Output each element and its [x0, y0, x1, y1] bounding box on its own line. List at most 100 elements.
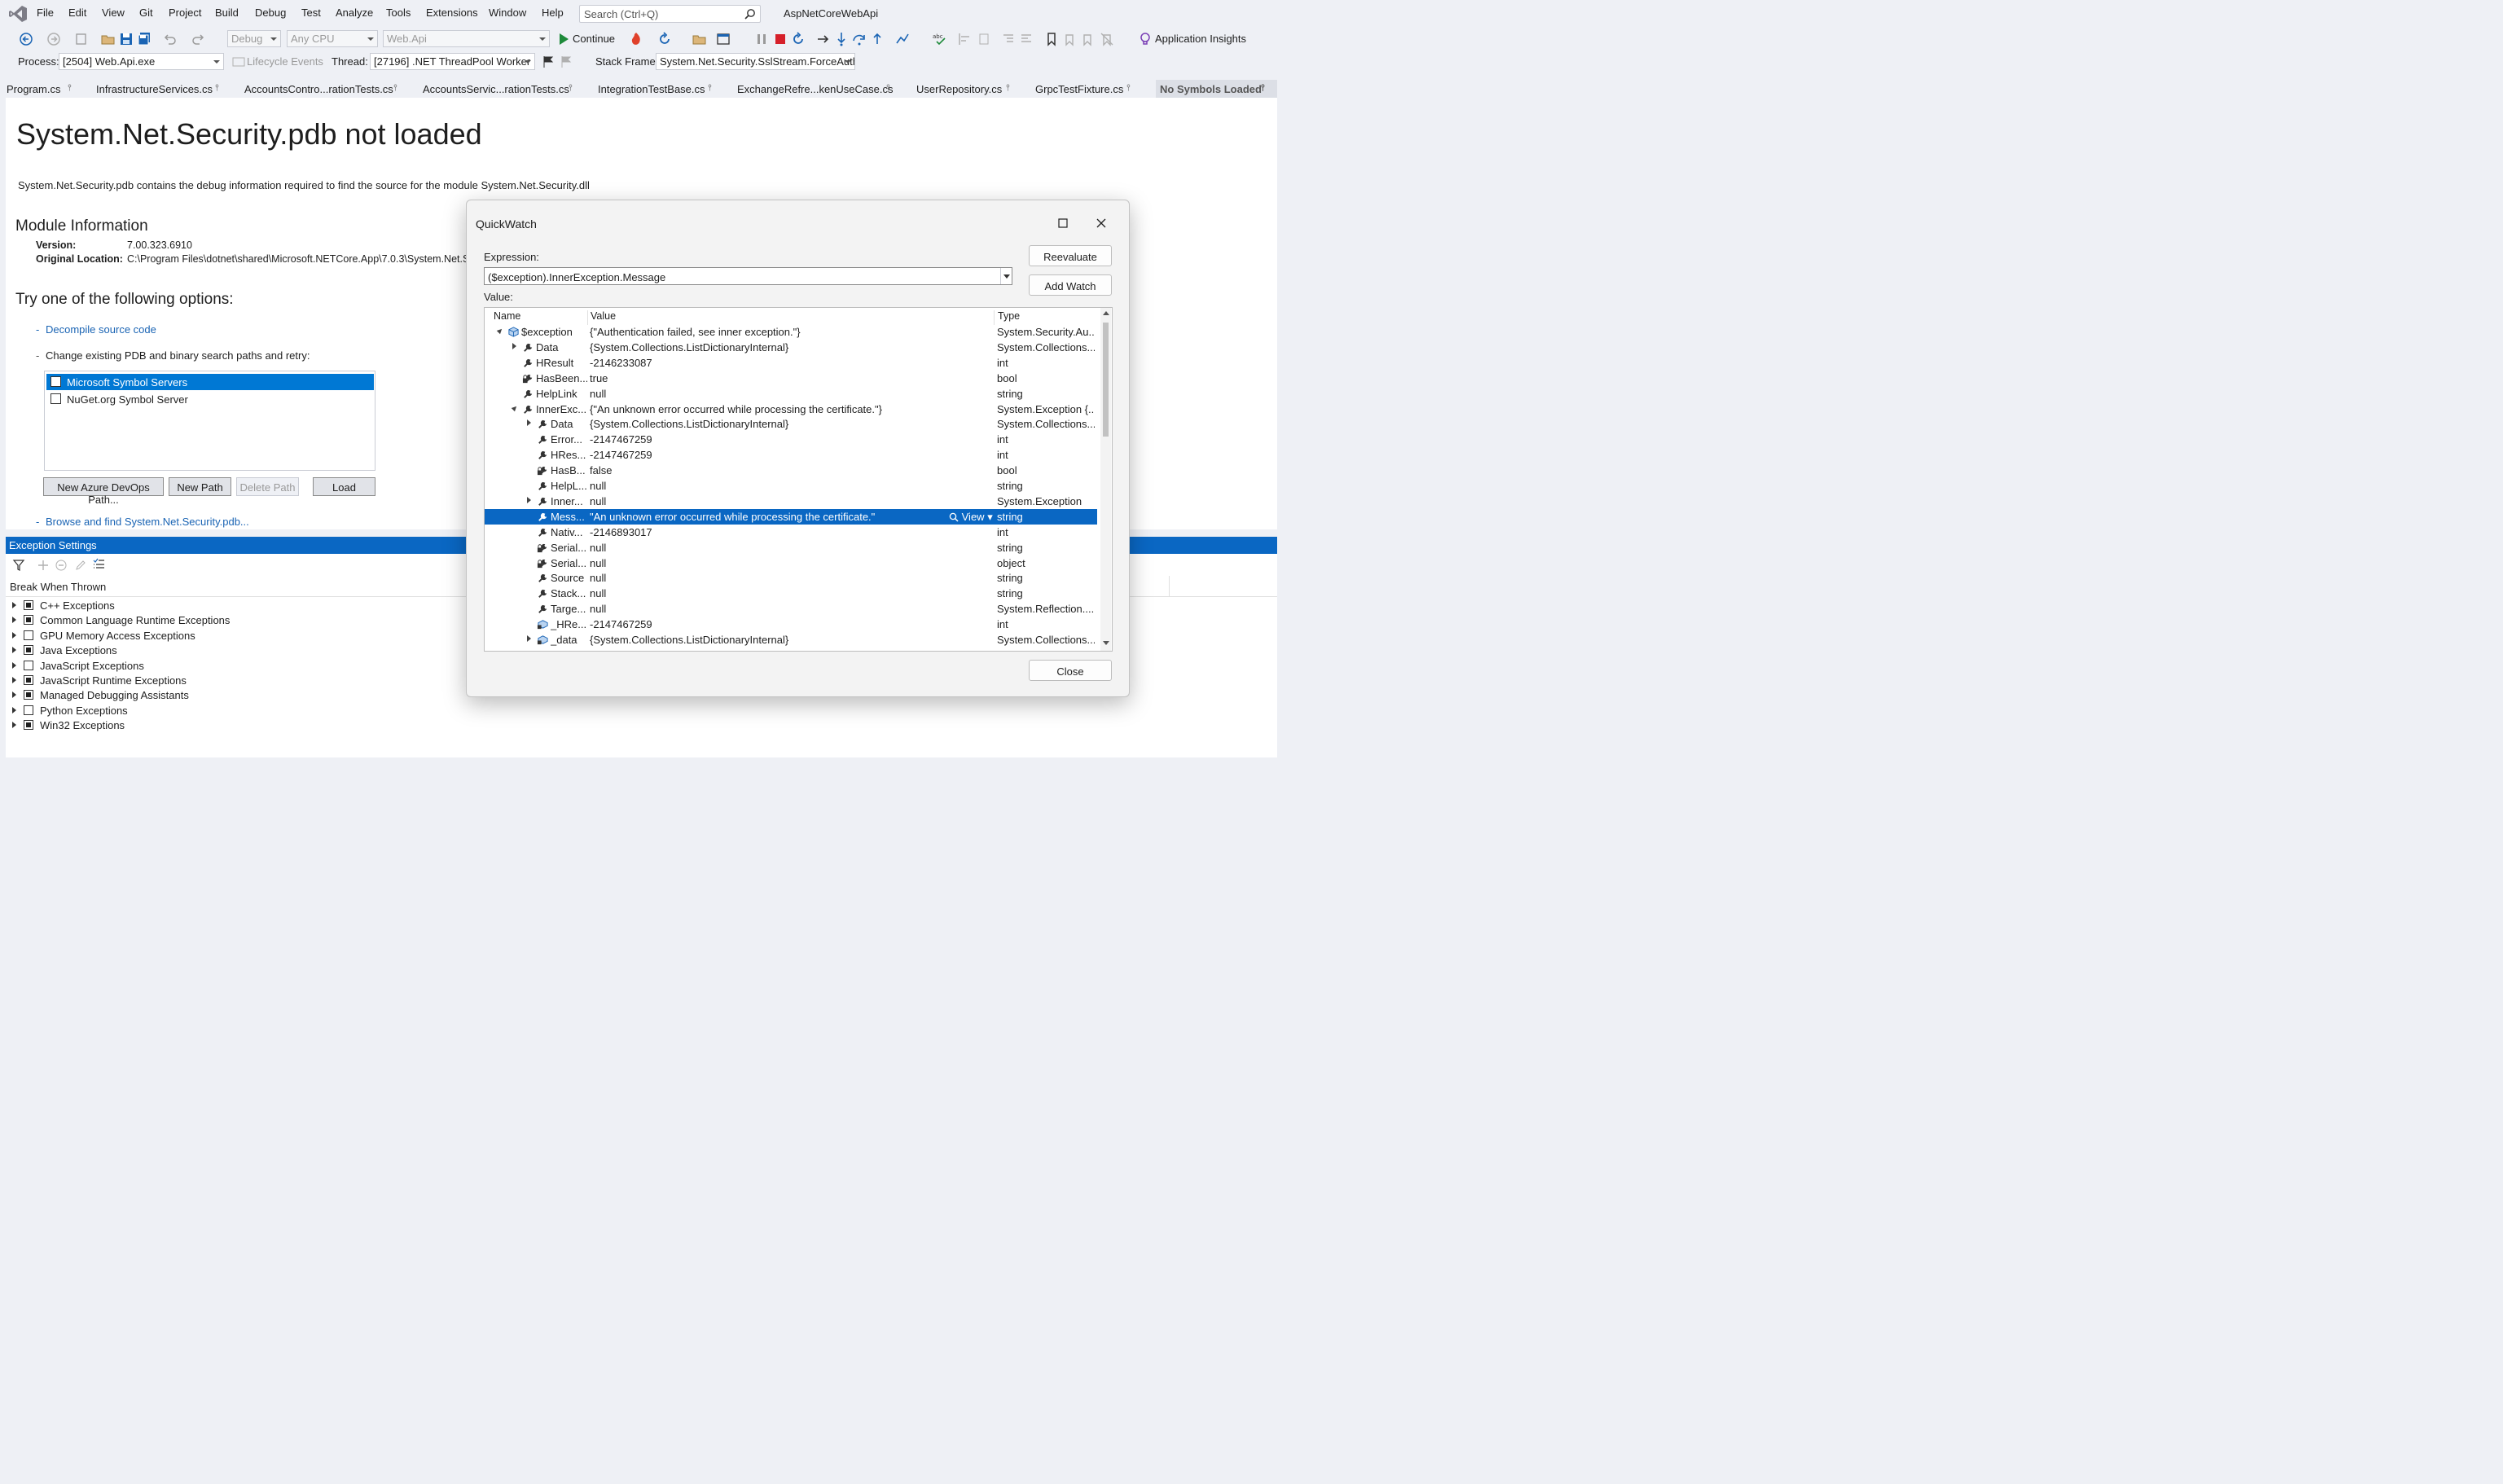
new-item-icon[interactable] — [73, 31, 90, 47]
watch-value[interactable]: -2146233087 — [590, 357, 993, 369]
nuget-symbol-server-checkbox[interactable] — [50, 393, 61, 404]
watch-value[interactable]: {"Authentication failed, see inner excep… — [590, 326, 993, 338]
new-azure-devops-path-button[interactable]: New Azure DevOps Path... — [43, 477, 164, 506]
continue-play-icon[interactable] — [555, 31, 572, 47]
expand-arrow-icon[interactable] — [527, 496, 531, 503]
add-watch-button[interactable]: Add Watch — [1029, 274, 1112, 296]
exception-category-checkbox[interactable] — [24, 660, 33, 670]
tab-infrastructureservices-cs[interactable]: InfrastructureServices.cs ⫯ — [94, 80, 226, 98]
menu-debug[interactable]: Debug — [255, 7, 286, 19]
list-item[interactable]: NuGet.org Symbol Server — [46, 391, 374, 407]
watch-row[interactable]: HResult -2146233087 int — [485, 355, 1097, 371]
restart-debugging-icon[interactable] — [790, 31, 806, 47]
exception-category-checkbox[interactable] — [24, 645, 33, 656]
stack-frame-dropdown[interactable]: System.Net.Security.SslStream.ForceAuthe — [656, 53, 855, 70]
expand-arrow-icon[interactable] — [12, 706, 16, 713]
expression-history-dropdown[interactable] — [1000, 268, 1012, 284]
outdent-icon[interactable] — [1000, 31, 1017, 47]
load-button[interactable]: Load — [313, 477, 375, 496]
redo-icon[interactable] — [191, 31, 207, 47]
watch-row[interactable]: HasBeen... true bool — [485, 371, 1097, 386]
save-all-icon[interactable] — [136, 31, 152, 47]
expand-arrow-icon[interactable] — [512, 342, 516, 349]
pin-icon[interactable]: ⫯ — [1261, 83, 1265, 94]
pin-icon[interactable]: ⫯ — [393, 83, 397, 94]
flag-thread-icon[interactable] — [540, 54, 556, 70]
menu-tools[interactable]: Tools — [386, 7, 411, 19]
flag-all-threads-icon[interactable] — [558, 54, 574, 70]
expand-arrow-icon[interactable] — [12, 647, 16, 654]
filter-icon[interactable] — [12, 559, 25, 572]
search-box[interactable]: Search (Ctrl+Q) — [579, 5, 761, 23]
watch-value[interactable]: -2147467259 — [590, 433, 993, 446]
exception-category-checkbox[interactable] — [24, 630, 33, 640]
table-row[interactable]: Python Exceptions — [6, 704, 1277, 718]
watch-row[interactable]: Serial... null object — [485, 555, 1097, 571]
tab-accountsservic-rationtests-cs[interactable]: AccountsServic...rationTests.cs ⫯ — [420, 80, 580, 98]
remove-icon[interactable] — [55, 559, 68, 572]
close-button[interactable]: Close — [1029, 660, 1112, 681]
show-next-statement-icon[interactable] — [815, 31, 832, 47]
expand-arrow-icon[interactable] — [12, 722, 16, 729]
stop-debugging-icon[interactable] — [772, 31, 788, 47]
pin-icon[interactable]: ⫯ — [708, 83, 712, 94]
column-type-header[interactable]: Type — [998, 310, 1020, 322]
step-into-icon[interactable] — [833, 31, 850, 47]
watch-row[interactable]: Error... -2147467259 int — [485, 432, 1097, 447]
align-left-icon[interactable] — [956, 31, 973, 47]
prev-bookmark-icon[interactable] — [1061, 31, 1078, 47]
open-folder-icon[interactable] — [100, 31, 116, 47]
watch-row[interactable]: Data {System.Collections.ListDictionaryIn… — [485, 416, 1097, 432]
symbol-search-path-list[interactable]: Microsoft Symbol Servers NuGet.org Symbo… — [44, 371, 375, 471]
watch-row[interactable]: HasB... false bool — [485, 463, 1097, 478]
edit-conditions-icon[interactable] — [74, 559, 87, 572]
menu-extensions[interactable]: Extensions — [426, 7, 478, 19]
watch-row[interactable]: Data {System.Collections.ListDictionaryIn… — [485, 340, 1097, 355]
menu-build[interactable]: Build — [215, 7, 239, 19]
lifecycle-events-icon[interactable] — [231, 54, 247, 70]
menu-file[interactable]: File — [37, 7, 54, 19]
expand-arrow-icon[interactable] — [12, 617, 16, 624]
column-name-header[interactable]: Name — [494, 310, 520, 322]
watch-value[interactable]: null — [590, 542, 993, 554]
watch-value[interactable]: null — [590, 388, 993, 400]
watch-row[interactable]: HelpL... null string — [485, 478, 1097, 494]
step-over-icon[interactable] — [851, 31, 867, 47]
process-dropdown[interactable]: [2504] Web.Api.exe — [59, 53, 224, 70]
tab-exchangerefre-kenusecase-cs[interactable]: ExchangeRefre...kenUseCase.cs ⫯ — [735, 80, 898, 98]
watch-value[interactable]: {System.Collections.ListDictionaryIntern… — [590, 341, 993, 353]
menu-window[interactable]: Window — [489, 7, 526, 19]
menu-test[interactable]: Test — [301, 7, 321, 19]
startup-project-dropdown[interactable]: Web.Api — [383, 30, 550, 47]
watch-row[interactable]: InnerExc... {"An unknown error occurred w… — [485, 402, 1097, 417]
watch-row[interactable]: HelpLink null string — [485, 386, 1097, 402]
exception-category-checkbox[interactable] — [24, 600, 33, 610]
exception-category-checkbox[interactable] — [24, 615, 33, 626]
spell-check-icon[interactable]: abc — [932, 31, 948, 47]
watch-value[interactable]: {"An unknown error occurred while proces… — [590, 403, 993, 415]
exception-category-checkbox[interactable] — [24, 675, 33, 685]
continue-button[interactable]: Continue — [573, 33, 615, 45]
menu-edit[interactable]: Edit — [68, 7, 86, 19]
column-value-header[interactable]: Value — [591, 310, 616, 322]
text-visualizer-view-button[interactable]: View ▾ — [949, 511, 993, 524]
watch-value[interactable]: -2146893017 — [590, 526, 993, 538]
watch-row[interactable]: _HRe... -2147467259 int — [485, 617, 1097, 632]
step-out-icon[interactable] — [869, 31, 885, 47]
decompile-source-link[interactable]: Decompile source code — [46, 323, 156, 336]
diagnostic-window-icon[interactable] — [715, 31, 731, 47]
lifecycle-events-dropdown[interactable]: Lifecycle Events — [247, 55, 323, 68]
add-icon[interactable] — [37, 559, 50, 572]
watch-value[interactable]: true — [590, 372, 993, 384]
watch-row[interactable]: _data {System.Collections.ListDictionaryI… — [485, 632, 1097, 648]
bookmark-icon[interactable] — [1043, 31, 1060, 47]
watch-value[interactable]: {System.Collections.ListDictionaryIntern… — [590, 418, 993, 430]
visual-studio-logo-icon[interactable] — [8, 5, 28, 23]
watch-row[interactable]: Serial... null string — [485, 540, 1097, 555]
watch-row[interactable]: Nativ... -2146893017 int — [485, 525, 1097, 540]
watch-value[interactable]: null — [590, 480, 993, 492]
watch-value[interactable]: {System.Collections.ListDictionaryIntern… — [590, 634, 993, 646]
collapse-arrow-icon[interactable] — [511, 404, 519, 411]
table-row[interactable]: Win32 Exceptions — [6, 718, 1277, 733]
watch-row[interactable]: Stack... null string — [485, 586, 1097, 601]
